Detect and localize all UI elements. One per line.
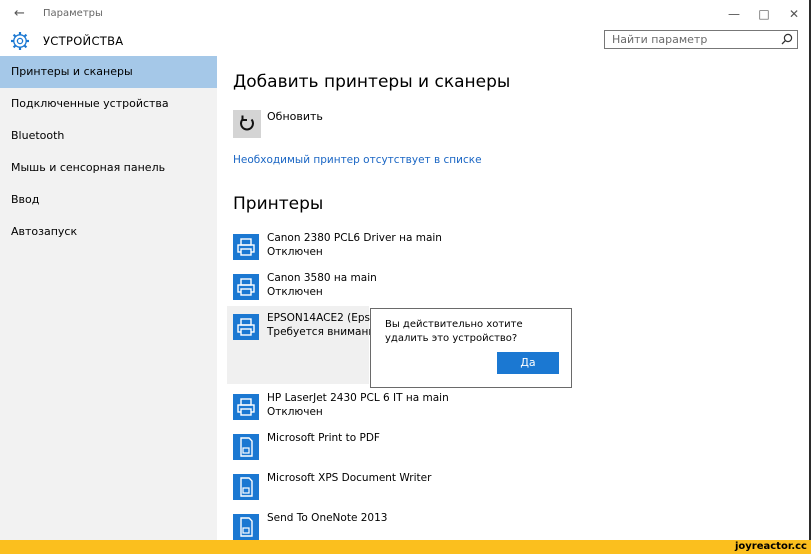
printer-name: Microsoft Print to PDF — [267, 432, 380, 444]
back-arrow-icon[interactable]: ← — [14, 4, 26, 24]
sidebar-item-connected-devices[interactable]: Подключенные устройства — [0, 88, 217, 120]
printer-item[interactable]: Microsoft XPS Document Writer — [227, 472, 527, 510]
sidebar: Принтеры и сканеры Подключенные устройст… — [0, 56, 217, 540]
confirm-yes-button[interactable]: Да — [497, 352, 559, 374]
page-header: УСТРОЙСТВА Найти параметр — [0, 26, 809, 56]
printer-icon — [233, 394, 259, 420]
maximize-button[interactable]: □ — [749, 4, 779, 24]
sidebar-item-bluetooth[interactable]: Bluetooth — [0, 120, 217, 152]
refresh-icon — [240, 115, 254, 131]
refresh-label[interactable]: Обновить — [267, 110, 323, 123]
printers-heading: Принтеры — [233, 194, 324, 214]
printer-missing-link[interactable]: Необходимый принтер отсутствует в списке — [233, 154, 482, 166]
sidebar-item-input[interactable]: Ввод — [0, 184, 217, 216]
close-button[interactable]: ✕ — [779, 4, 809, 24]
add-printers-heading: Добавить принтеры и сканеры — [233, 72, 511, 92]
printer-name: Canon 3580 на main — [267, 272, 377, 284]
sidebar-item-mouse[interactable]: Мышь и сенсорная панель — [0, 152, 217, 184]
search-icon[interactable] — [781, 33, 793, 45]
printer-icon — [233, 314, 259, 340]
gear-icon — [11, 32, 29, 50]
printer-name: Send To OneNote 2013 — [267, 512, 388, 524]
printer-item[interactable]: Canon 3580 на main Отключен — [227, 272, 527, 310]
main-content: Добавить принтеры и сканеры Обновить Нео… — [217, 56, 809, 540]
printer-icon — [233, 234, 259, 260]
sidebar-item-autoplay[interactable]: Автозапуск — [0, 216, 217, 248]
printer-icon — [233, 274, 259, 300]
printer-name: HP LaserJet 2430 PCL 6 IT на main — [267, 392, 449, 404]
printer-status: Отключен — [267, 406, 323, 418]
printer-item[interactable]: Send To OneNote 2013 — [227, 512, 527, 540]
confirm-delete-dialog: Вы действительно хотите удалить это устр… — [370, 308, 572, 388]
printer-item[interactable]: Canon 2380 PCL6 Driver на main Отключен — [227, 232, 527, 270]
watermark-band: joyreactor.cc — [0, 540, 811, 554]
minimize-button[interactable]: — — [719, 4, 749, 24]
refresh-button[interactable] — [233, 110, 261, 138]
printer-name: Canon 2380 PCL6 Driver на main — [267, 232, 442, 244]
settings-window: ← Параметры — □ ✕ УСТРОЙСТВА Найти парам… — [0, 0, 811, 540]
title-bar: ← Параметры — □ ✕ — [0, 4, 809, 26]
printer-status: Отключен — [267, 286, 323, 298]
document-icon — [233, 514, 259, 540]
document-icon — [233, 474, 259, 500]
dialog-message: Вы действительно хотите удалить это устр… — [385, 319, 523, 344]
printer-name: Microsoft XPS Document Writer — [267, 472, 432, 484]
printer-status: Отключен — [267, 246, 323, 258]
window-title: Параметры — [43, 8, 103, 19]
search-input[interactable]: Найти параметр — [604, 30, 798, 49]
printer-item[interactable]: HP LaserJet 2430 PCL 6 IT на main Отключ… — [227, 392, 527, 430]
search-placeholder: Найти параметр — [612, 33, 708, 46]
page-title: УСТРОЙСТВА — [43, 34, 124, 48]
site-brand: joyreactor.cc — [734, 541, 807, 552]
printer-item[interactable]: Microsoft Print to PDF — [227, 432, 527, 470]
document-icon — [233, 434, 259, 460]
sidebar-item-printers[interactable]: Принтеры и сканеры — [0, 56, 217, 88]
printer-status: Требуется внимание — [267, 326, 382, 338]
